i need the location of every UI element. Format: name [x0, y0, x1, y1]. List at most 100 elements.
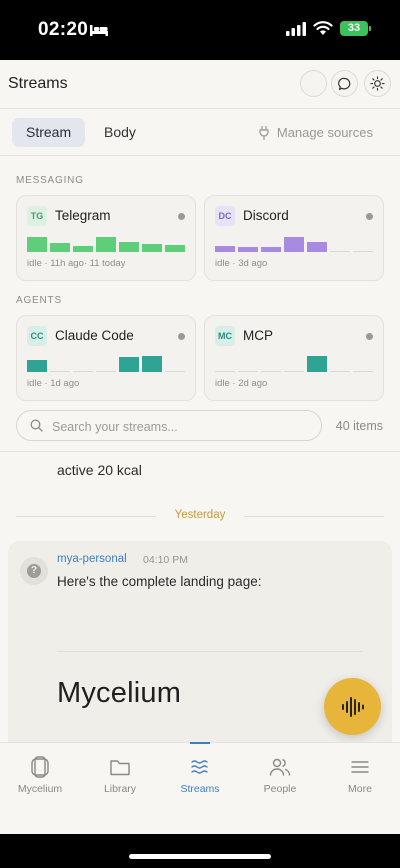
- source-name: MCP: [243, 328, 273, 343]
- search-box[interactable]: [16, 410, 322, 441]
- activity-bar: [142, 356, 162, 372]
- avatar: ?: [20, 557, 48, 585]
- top-header: Streams: [0, 60, 400, 109]
- activity-bar: [307, 356, 327, 372]
- activity-bars: [215, 233, 373, 252]
- source-badge: DC: [215, 206, 235, 226]
- activity-bar: [96, 371, 116, 372]
- bottom-navigation: Mycelium Library Streams People More: [0, 742, 400, 834]
- message-heading: Mycelium: [57, 677, 182, 709]
- status-dot: [366, 213, 373, 220]
- message-divider: [57, 651, 362, 652]
- source-meta: idle · 11h ago· 11 today: [27, 258, 126, 269]
- home-indicator-area: [0, 834, 400, 868]
- nav-label: Library: [103, 783, 137, 795]
- voice-record-button[interactable]: [324, 678, 381, 735]
- source-name: Discord: [243, 208, 289, 223]
- feed-entry-text: active 20 kcal: [57, 462, 142, 478]
- activity-bar: [215, 371, 235, 372]
- activity-bar: [119, 242, 139, 252]
- waves-icon: [191, 760, 208, 774]
- mycelium-icon: [31, 756, 49, 778]
- nav-item-library[interactable]: Library: [80, 743, 160, 803]
- divider-line-right: [244, 516, 384, 517]
- activity-bars: [27, 233, 185, 252]
- activity-bar: [73, 246, 93, 252]
- activity-bar: [238, 247, 258, 252]
- page-title: Streams: [8, 75, 68, 92]
- question-mark-icon: ?: [27, 564, 41, 578]
- source-card-mcp[interactable]: MC MCP idle · 2d ago: [204, 315, 384, 401]
- source-name: Claude Code: [55, 328, 134, 343]
- nav-label: People: [263, 783, 297, 795]
- app-screen: Streams Stream Body Manage sources MESSA…: [0, 60, 400, 834]
- message-timestamp: 04:10 PM: [143, 554, 188, 566]
- source-badge: CC: [27, 326, 47, 346]
- activity-bar: [96, 237, 116, 252]
- activity-bar: [330, 251, 350, 252]
- nav-item-more[interactable]: More: [320, 743, 400, 803]
- header-action-button[interactable]: [300, 70, 327, 97]
- manage-sources-label: Manage sources: [276, 125, 373, 140]
- activity-bar: [307, 242, 327, 252]
- folder-icon: [110, 760, 130, 776]
- chat-button[interactable]: [331, 70, 358, 97]
- source-badge: MC: [215, 326, 235, 346]
- sun-icon: [370, 76, 385, 91]
- source-card-claude-code[interactable]: CC Claude Code idle · 1d ago: [16, 315, 196, 401]
- activity-bar: [238, 371, 258, 372]
- activity-bar: [353, 371, 373, 372]
- message-author[interactable]: mya-personal: [57, 553, 127, 565]
- view-tabs: Stream Body Manage sources: [0, 109, 400, 156]
- activity-bar: [261, 371, 281, 372]
- search-icon: [30, 419, 43, 432]
- nav-label: Mycelium: [17, 783, 63, 795]
- search-input[interactable]: [52, 417, 312, 436]
- status-time: 02:20: [38, 19, 89, 40]
- message-body: Here's the complete landing page:: [57, 574, 262, 589]
- manage-sources-button[interactable]: Manage sources: [259, 125, 373, 140]
- activity-bar: [353, 251, 373, 252]
- source-meta: idle · 2d ago: [215, 378, 268, 389]
- nav-item-streams[interactable]: Streams: [160, 743, 240, 803]
- activity-bar: [73, 371, 93, 372]
- activity-bar: [215, 246, 235, 252]
- date-divider-label: Yesterday: [174, 509, 226, 521]
- source-card-telegram[interactable]: TG Telegram idle · 11h ago· 11 today: [16, 195, 196, 281]
- cellular-signal-icon: [286, 22, 306, 36]
- status-bar: 02:20 33: [0, 0, 400, 60]
- status-dot: [178, 213, 185, 220]
- battery-tip: [369, 26, 371, 31]
- status-dot: [178, 333, 185, 340]
- status-dot: [366, 333, 373, 340]
- activity-bar: [119, 357, 139, 372]
- chat-bubble-icon: [337, 77, 350, 90]
- home-indicator: [129, 854, 271, 859]
- section-label-agents: AGENTS: [16, 295, 62, 306]
- people-icon: [269, 758, 291, 776]
- activity-bar: [261, 247, 281, 252]
- source-card-discord[interactable]: DC Discord idle · 3d ago: [204, 195, 384, 281]
- sleep-mode-icon: [90, 25, 108, 36]
- activity-bar: [165, 371, 185, 372]
- activity-bar: [284, 371, 304, 372]
- nav-label: Streams: [180, 783, 220, 795]
- theme-toggle-button[interactable]: [364, 70, 391, 97]
- activity-bar: [27, 360, 47, 372]
- nav-item-mycelium[interactable]: Mycelium: [0, 743, 80, 803]
- activity-bar: [142, 244, 162, 252]
- nav-item-people[interactable]: People: [240, 743, 320, 803]
- source-badge: TG: [27, 206, 47, 226]
- tab-stream[interactable]: Stream: [12, 118, 86, 147]
- nav-label: More: [348, 783, 372, 795]
- activity-bar: [27, 237, 47, 252]
- activity-bars: [27, 353, 185, 372]
- activity-bar: [50, 371, 70, 372]
- tab-body[interactable]: Body: [90, 118, 150, 147]
- activity-bar: [284, 237, 304, 252]
- search-row: 40 items: [0, 400, 400, 452]
- source-meta: idle · 1d ago: [27, 378, 80, 389]
- audio-waveform-icon: [341, 696, 364, 717]
- source-name: Telegram: [55, 208, 111, 223]
- activity-bars: [215, 353, 373, 372]
